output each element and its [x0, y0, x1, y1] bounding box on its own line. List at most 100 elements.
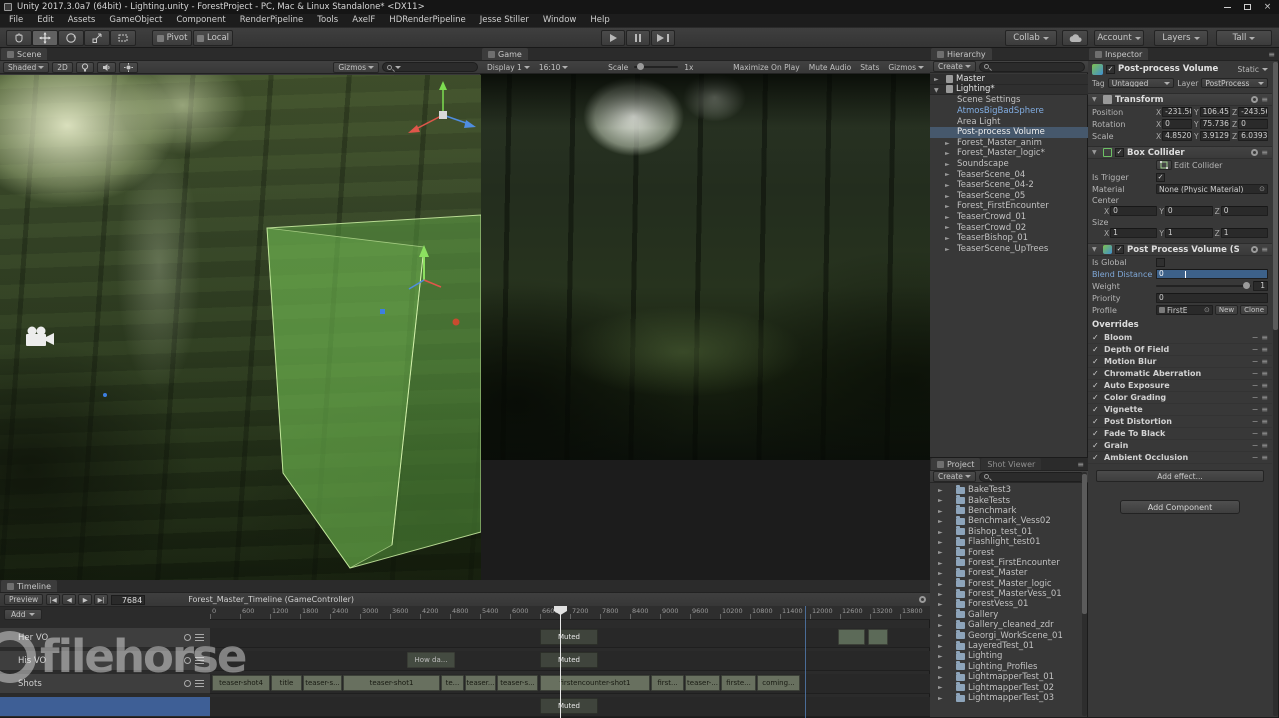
scrollbar-thumb[interactable]	[1082, 474, 1087, 614]
project-folder-row[interactable]: ► Bishop_test_01	[930, 526, 1083, 537]
object-picker-icon[interactable]: ⊙	[1259, 185, 1265, 193]
gear-icon[interactable]	[1251, 246, 1259, 253]
tag-dropdown[interactable]: Untagged	[1107, 78, 1175, 88]
layer-dropdown[interactable]: PostProcess	[1201, 78, 1268, 88]
account-dropdown[interactable]: Account	[1094, 30, 1144, 46]
override-row[interactable]: ✓ Vignette − ≡	[1088, 404, 1272, 416]
track-lane[interactable]: How da... Muted	[210, 651, 930, 671]
scene-lighting-toggle[interactable]	[75, 61, 94, 73]
x-field[interactable]: 4.85201	[1162, 131, 1192, 141]
project-folder-row[interactable]: ► LightmapperTest_03	[930, 692, 1083, 703]
menu-item[interactable]: Edit	[30, 14, 60, 27]
transport-button[interactable]: |◀	[46, 594, 61, 605]
override-menu-icon[interactable]: ≡	[1261, 417, 1268, 426]
track-header-his-vo[interactable]: His VO	[0, 651, 210, 671]
panel-menu-icon[interactable]: ≡	[1077, 460, 1084, 469]
menu-item[interactable]: HDRenderPipeline	[382, 14, 472, 27]
override-checkbox[interactable]: ✓	[1092, 453, 1101, 462]
foldout-icon[interactable]: ►	[938, 653, 943, 660]
weight-value-field[interactable]: 1	[1253, 281, 1268, 291]
hierarchy-item[interactable]: ► Forest_FirstEncounter	[930, 201, 1088, 212]
weight-slider[interactable]	[1156, 282, 1251, 289]
timeline-clip[interactable]: Muted	[540, 629, 598, 645]
ppv-header[interactable]: ▼ ✓ Post Process Volume (Script) ≡	[1088, 243, 1272, 256]
project-folder-row[interactable]: ► LayeredTest_01	[930, 640, 1083, 651]
track-lane[interactable]: Muted	[210, 697, 930, 717]
foldout-icon[interactable]: ►	[938, 632, 943, 639]
panel-menu-icon[interactable]: ≡	[1268, 50, 1275, 59]
track-lane[interactable]: Muted	[210, 628, 930, 648]
project-folder-row[interactable]: ► Gallery_cleaned_zdr	[930, 619, 1083, 630]
scene-viewport[interactable]	[0, 75, 481, 580]
timeline-clip[interactable]: Muted	[540, 698, 598, 714]
track-header-shots[interactable]: Shots	[0, 674, 210, 694]
scale-slider[interactable]	[634, 63, 679, 70]
context-menu-icon[interactable]: ≡	[1261, 148, 1268, 157]
timeline-clip[interactable]: firstencounter-shot1	[540, 675, 650, 691]
track-header-selected[interactable]	[0, 697, 210, 717]
record-icon[interactable]	[184, 657, 191, 664]
foldout-icon[interactable]: ►	[938, 695, 943, 702]
physic-material-field[interactable]: None (Physic Material) ⊙	[1156, 184, 1268, 194]
play-button[interactable]	[601, 30, 625, 46]
hierarchy-item[interactable]: ▼ Lighting*	[930, 84, 1088, 96]
add-component-button[interactable]: Add Component	[1120, 500, 1240, 514]
menu-item[interactable]: RenderPipeline	[233, 14, 311, 27]
tab-hierarchy[interactable]: Hierarchy	[931, 48, 992, 60]
override-menu-icon[interactable]: ≡	[1261, 381, 1268, 390]
foldout-icon[interactable]: ►	[938, 684, 943, 691]
aspect-dropdown[interactable]: 16:10	[536, 62, 572, 73]
foldout-icon[interactable]: ►	[945, 214, 954, 221]
foldout-icon[interactable]: ►	[945, 171, 954, 178]
size-x-field[interactable]: 1	[1110, 228, 1158, 238]
menu-item[interactable]: Component	[169, 14, 232, 27]
foldout-icon[interactable]: ►	[938, 674, 943, 681]
scale-slider-knob[interactable]	[637, 63, 645, 70]
timeline-clip[interactable]: coming...	[757, 675, 800, 691]
override-row[interactable]: ✓ Post Distortion − ≡	[1088, 416, 1272, 428]
timeline-clip[interactable]: te...	[441, 675, 464, 691]
gear-icon[interactable]	[1251, 149, 1259, 156]
foldout-icon[interactable]: ►	[938, 570, 943, 577]
override-row[interactable]: ✓ Bloom − ≡	[1088, 332, 1272, 344]
tab-shot-viewer[interactable]: Shot Viewer	[981, 458, 1042, 470]
project-folder-row[interactable]: ► Benchmark	[930, 505, 1083, 516]
project-folder-row[interactable]: ► Forest	[930, 547, 1083, 558]
game-gizmos-dropdown[interactable]: Gizmos	[885, 62, 927, 73]
override-remove-icon[interactable]: −	[1252, 357, 1259, 366]
override-row[interactable]: ✓ Fade To Black − ≡	[1088, 428, 1272, 440]
scene-audio-toggle[interactable]	[96, 61, 116, 73]
scrollbar-thumb[interactable]	[1273, 62, 1278, 330]
override-row[interactable]: ✓ Auto Exposure − ≡	[1088, 380, 1272, 392]
hierarchy-item[interactable]: Scene Settings	[930, 95, 1088, 106]
project-folder-row[interactable]: ► BakeTest3	[930, 484, 1083, 495]
local-toggle-button[interactable]: Local	[193, 30, 233, 46]
project-folder-row[interactable]: ► Lighting_Profiles	[930, 661, 1083, 672]
track-lane[interactable]: teaser-shot4 title teaser-s... teaser-shot1…	[210, 674, 930, 694]
project-folder-row[interactable]: ► Forest_MasterVess_01	[930, 588, 1083, 599]
track-options-icon[interactable]	[195, 680, 204, 687]
foldout-icon[interactable]: ►	[938, 529, 943, 536]
override-remove-icon[interactable]: −	[1252, 381, 1259, 390]
center-x-field[interactable]: 0	[1110, 206, 1158, 216]
box-collider-header[interactable]: ▼ ✓ Box Collider ≡	[1088, 146, 1272, 159]
foldout-icon[interactable]: ►	[938, 487, 943, 494]
timeline-clip[interactable]: Muted	[540, 652, 598, 668]
timeline-clip[interactable]: teaser-shot1	[343, 675, 440, 691]
hierarchy-item[interactable]: AtmosBigBadSphere	[930, 106, 1088, 117]
size-y-field[interactable]: 1	[1164, 228, 1213, 238]
override-menu-icon[interactable]: ≡	[1261, 429, 1268, 438]
foldout-icon[interactable]: ►	[938, 612, 943, 619]
timeline-clip[interactable]: firste...	[721, 675, 756, 691]
menu-item[interactable]: GameObject	[102, 14, 169, 27]
override-menu-icon[interactable]: ≡	[1261, 441, 1268, 450]
hierarchy-item[interactable]: ► TeaserCrowd_01	[930, 212, 1088, 223]
timeline-clip[interactable]: teaser-shot4	[212, 675, 270, 691]
scene-search-input[interactable]	[382, 62, 478, 72]
cloud-services-button[interactable]	[1062, 30, 1088, 46]
layers-dropdown[interactable]: Layers	[1154, 30, 1208, 46]
foldout-icon[interactable]: ►	[938, 518, 943, 525]
timeline-clip[interactable]: How da...	[407, 652, 455, 668]
timeline-clip[interactable]: teaser-s...	[303, 675, 342, 691]
hierarchy-item[interactable]: ► TeaserScene_04	[930, 169, 1088, 180]
